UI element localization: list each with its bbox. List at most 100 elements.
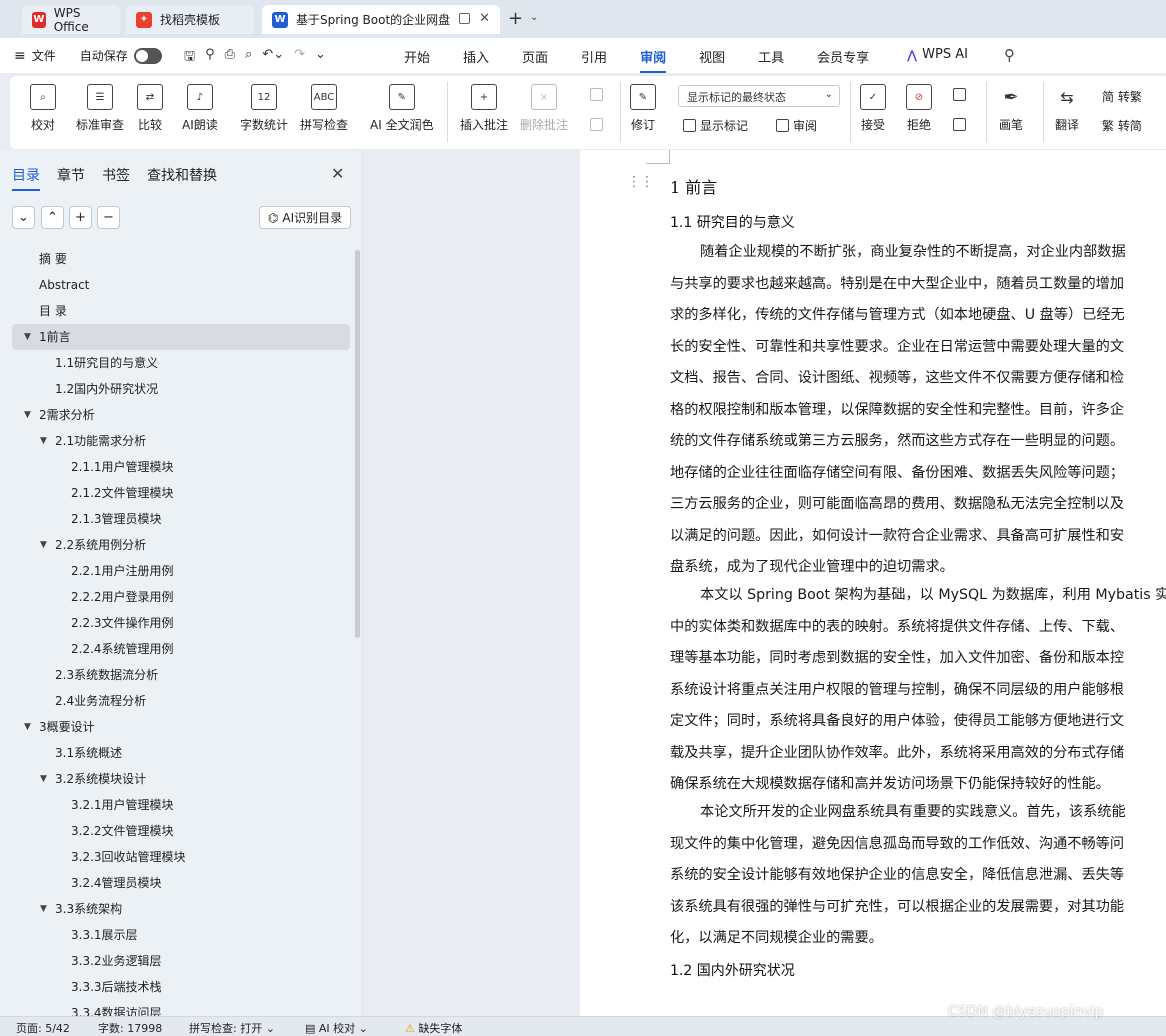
tab-member[interactable]: 会员专享 [817, 47, 869, 66]
expand-toggle-icon[interactable]: ▼ [24, 402, 31, 428]
ai-read-button[interactable]: ♪ AI朗读 [182, 84, 218, 133]
toc-item[interactable]: ▼ 3.3系统架构 [0, 896, 356, 922]
toc-item[interactable]: 2.2.3文件操作用例 [0, 610, 356, 636]
chevron-down-icon[interactable]: ⌄ [530, 12, 538, 23]
toc-item[interactable]: 2.2.1用户注册用例 [0, 558, 356, 584]
accept-button[interactable]: ✓ 接受 [860, 84, 886, 133]
new-tab-icon[interactable]: + [508, 10, 523, 28]
nav-tab-toc[interactable]: 目录 [12, 165, 40, 191]
toc-item[interactable]: 2.4业务流程分析 [0, 688, 356, 714]
toc-item[interactable]: Abstract [0, 272, 356, 298]
print-preview-icon[interactable]: ⌕ [245, 47, 252, 69]
reject-button[interactable]: ⊘ 拒绝 [906, 84, 932, 133]
file-menu[interactable]: 文件 [32, 47, 56, 64]
toc-item[interactable]: 2.2.2用户登录用例 [0, 584, 356, 610]
tab-review[interactable]: 审阅 [640, 47, 667, 73]
compare-button[interactable]: ⇄ 比较 [137, 84, 163, 133]
toc-item[interactable]: 2.1.3管理员模块 [0, 506, 356, 532]
expand-toggle-icon[interactable]: ▼ [40, 896, 47, 922]
drag-handle-icon[interactable]: ⋮⋮ [627, 174, 654, 190]
ai-check-status[interactable]: ▤ AI 校对 ⌄ [305, 1020, 368, 1036]
word-count-indicator[interactable]: 字数: 17998 [98, 1020, 162, 1036]
autosave-toggle[interactable] [133, 47, 162, 64]
nav-tab-find-replace[interactable]: 查找和替换 [147, 165, 217, 185]
delete-comment-button[interactable]: × 删除批注 [520, 84, 568, 133]
show-markup-button[interactable]: 显示标记 [683, 117, 748, 134]
toc-item[interactable]: 3.1系统概述 [0, 740, 356, 766]
tab-view[interactable]: 视图 [699, 47, 725, 66]
toc-item[interactable]: ▼ 3.2系统模块设计 [0, 766, 356, 792]
toc-item[interactable]: 1.1研究目的与意义 [0, 350, 356, 376]
markup-state-select[interactable]: 显示标记的最终状态 ⌄ [678, 85, 840, 107]
toc-item[interactable]: 3.2.4管理员模块 [0, 870, 356, 896]
tab-docer-templates[interactable]: ✦ 找稻壳模板 [126, 5, 254, 34]
remove-heading-button[interactable]: − [97, 206, 120, 229]
toc-item[interactable]: 3.3.4数据访问层 [0, 1000, 356, 1016]
prev-comment-button[interactable] [590, 88, 607, 101]
add-heading-button[interactable]: + [69, 206, 92, 229]
spell-check-status[interactable]: 拼写检查: 打开 ⌄ [189, 1020, 275, 1036]
toc-item[interactable]: 3.3.3后端技术栈 [0, 974, 356, 1000]
toc-item[interactable]: ▼ 2.2系统用例分析 [0, 532, 356, 558]
tab-tools[interactable]: 工具 [758, 47, 784, 66]
toc-item[interactable]: 2.3系统数据流分析 [0, 662, 356, 688]
toc-item[interactable]: ▼ 2需求分析 [0, 402, 356, 428]
pen-button[interactable]: ✒ 画笔 [998, 84, 1024, 133]
to-traditional-button[interactable]: 繁 转简 [1102, 117, 1142, 134]
link-icon[interactable]: ⚲ [205, 47, 215, 69]
proofread-button[interactable]: ⌕ 校对 [30, 84, 56, 133]
insert-comment-button[interactable]: + 插入批注 [460, 84, 508, 133]
to-simplified-button[interactable]: 简 转繁 [1102, 88, 1142, 105]
toc-item[interactable]: 2.1.2文件管理模块 [0, 480, 356, 506]
expand-toggle-icon[interactable]: ▼ [40, 766, 47, 792]
toc-item[interactable]: ▼ 3概要设计 [0, 714, 356, 740]
expand-up-button[interactable]: ⌃ [41, 206, 64, 229]
toc-item[interactable]: 2.1.1用户管理模块 [0, 454, 356, 480]
ai-polish-button[interactable]: ✎ AI 全文润色 [370, 84, 434, 133]
toc-item[interactable]: 摘 要 [0, 246, 356, 272]
more-icon[interactable]: ⌄ [315, 47, 326, 69]
close-tab-icon[interactable]: ✕ [479, 11, 490, 26]
toc-item[interactable]: 2.2.4系统管理用例 [0, 636, 356, 662]
expand-toggle-icon[interactable]: ▼ [24, 324, 31, 350]
revise-button[interactable]: ✎ 修订 [630, 84, 656, 133]
expand-toggle-icon[interactable]: ▼ [24, 714, 31, 740]
tab-home[interactable]: 开始 [404, 47, 430, 66]
hamburger-icon[interactable]: ≡ [14, 48, 26, 64]
translate-button[interactable]: ⇆ 翻译 [1054, 84, 1080, 133]
save-icon[interactable]: 🖫 [184, 47, 195, 69]
toc-item[interactable]: ▼ 1前言 [12, 324, 350, 350]
toc-item[interactable]: 1.2国内外研究状况 [0, 376, 356, 402]
tab-references[interactable]: 引用 [581, 47, 607, 66]
toc-item[interactable]: 3.3.2业务逻辑层 [0, 948, 356, 974]
standard-review-button[interactable]: ☰ 标准审查 [76, 84, 124, 133]
page-indicator[interactable]: 页面: 5/42 [16, 1020, 70, 1036]
next-change-button[interactable] [953, 118, 970, 131]
search-icon[interactable]: ⚲ [1004, 46, 1015, 64]
toc-item[interactable]: 目 录 [0, 298, 356, 324]
window-icon[interactable] [459, 13, 470, 24]
toc-item[interactable]: 3.3.1展示层 [0, 922, 356, 948]
nav-tab-sections[interactable]: 章节 [57, 165, 85, 185]
undo-icon[interactable]: ↶⌄ [262, 47, 284, 69]
toc-item[interactable]: 3.2.1用户管理模块 [0, 792, 356, 818]
spell-check-button[interactable]: ABC 拼写检查 [300, 84, 348, 133]
ai-toc-button[interactable]: ⌬ AI识别目录 [259, 206, 351, 229]
redo-icon[interactable]: ↷ [294, 47, 305, 69]
print-icon[interactable]: ⎙ [225, 47, 235, 69]
tab-wps-office[interactable]: W WPS Office [22, 5, 120, 34]
toc-item[interactable]: ▼ 2.1功能需求分析 [0, 428, 356, 454]
tab-current-document[interactable]: W 基于Spring Boot的企业网盘 ✕ [262, 5, 500, 34]
toc-item[interactable]: 3.2.3回收站管理模块 [0, 844, 356, 870]
nav-tab-bookmarks[interactable]: 书签 [102, 165, 130, 185]
next-comment-button[interactable] [590, 118, 607, 131]
prev-change-button[interactable] [953, 88, 970, 101]
missing-font-status[interactable]: ⚠ 缺失字体 [405, 1020, 462, 1036]
review-pane-button[interactable]: 审阅 [776, 117, 817, 134]
nav-scrollbar[interactable] [355, 250, 360, 638]
expand-toggle-icon[interactable]: ▼ [40, 532, 47, 558]
wps-ai-button[interactable]: ⋀ WPS AI [907, 47, 968, 62]
tab-page[interactable]: 页面 [522, 47, 548, 66]
expand-toggle-icon[interactable]: ▼ [40, 428, 47, 454]
tab-insert[interactable]: 插入 [463, 47, 489, 66]
